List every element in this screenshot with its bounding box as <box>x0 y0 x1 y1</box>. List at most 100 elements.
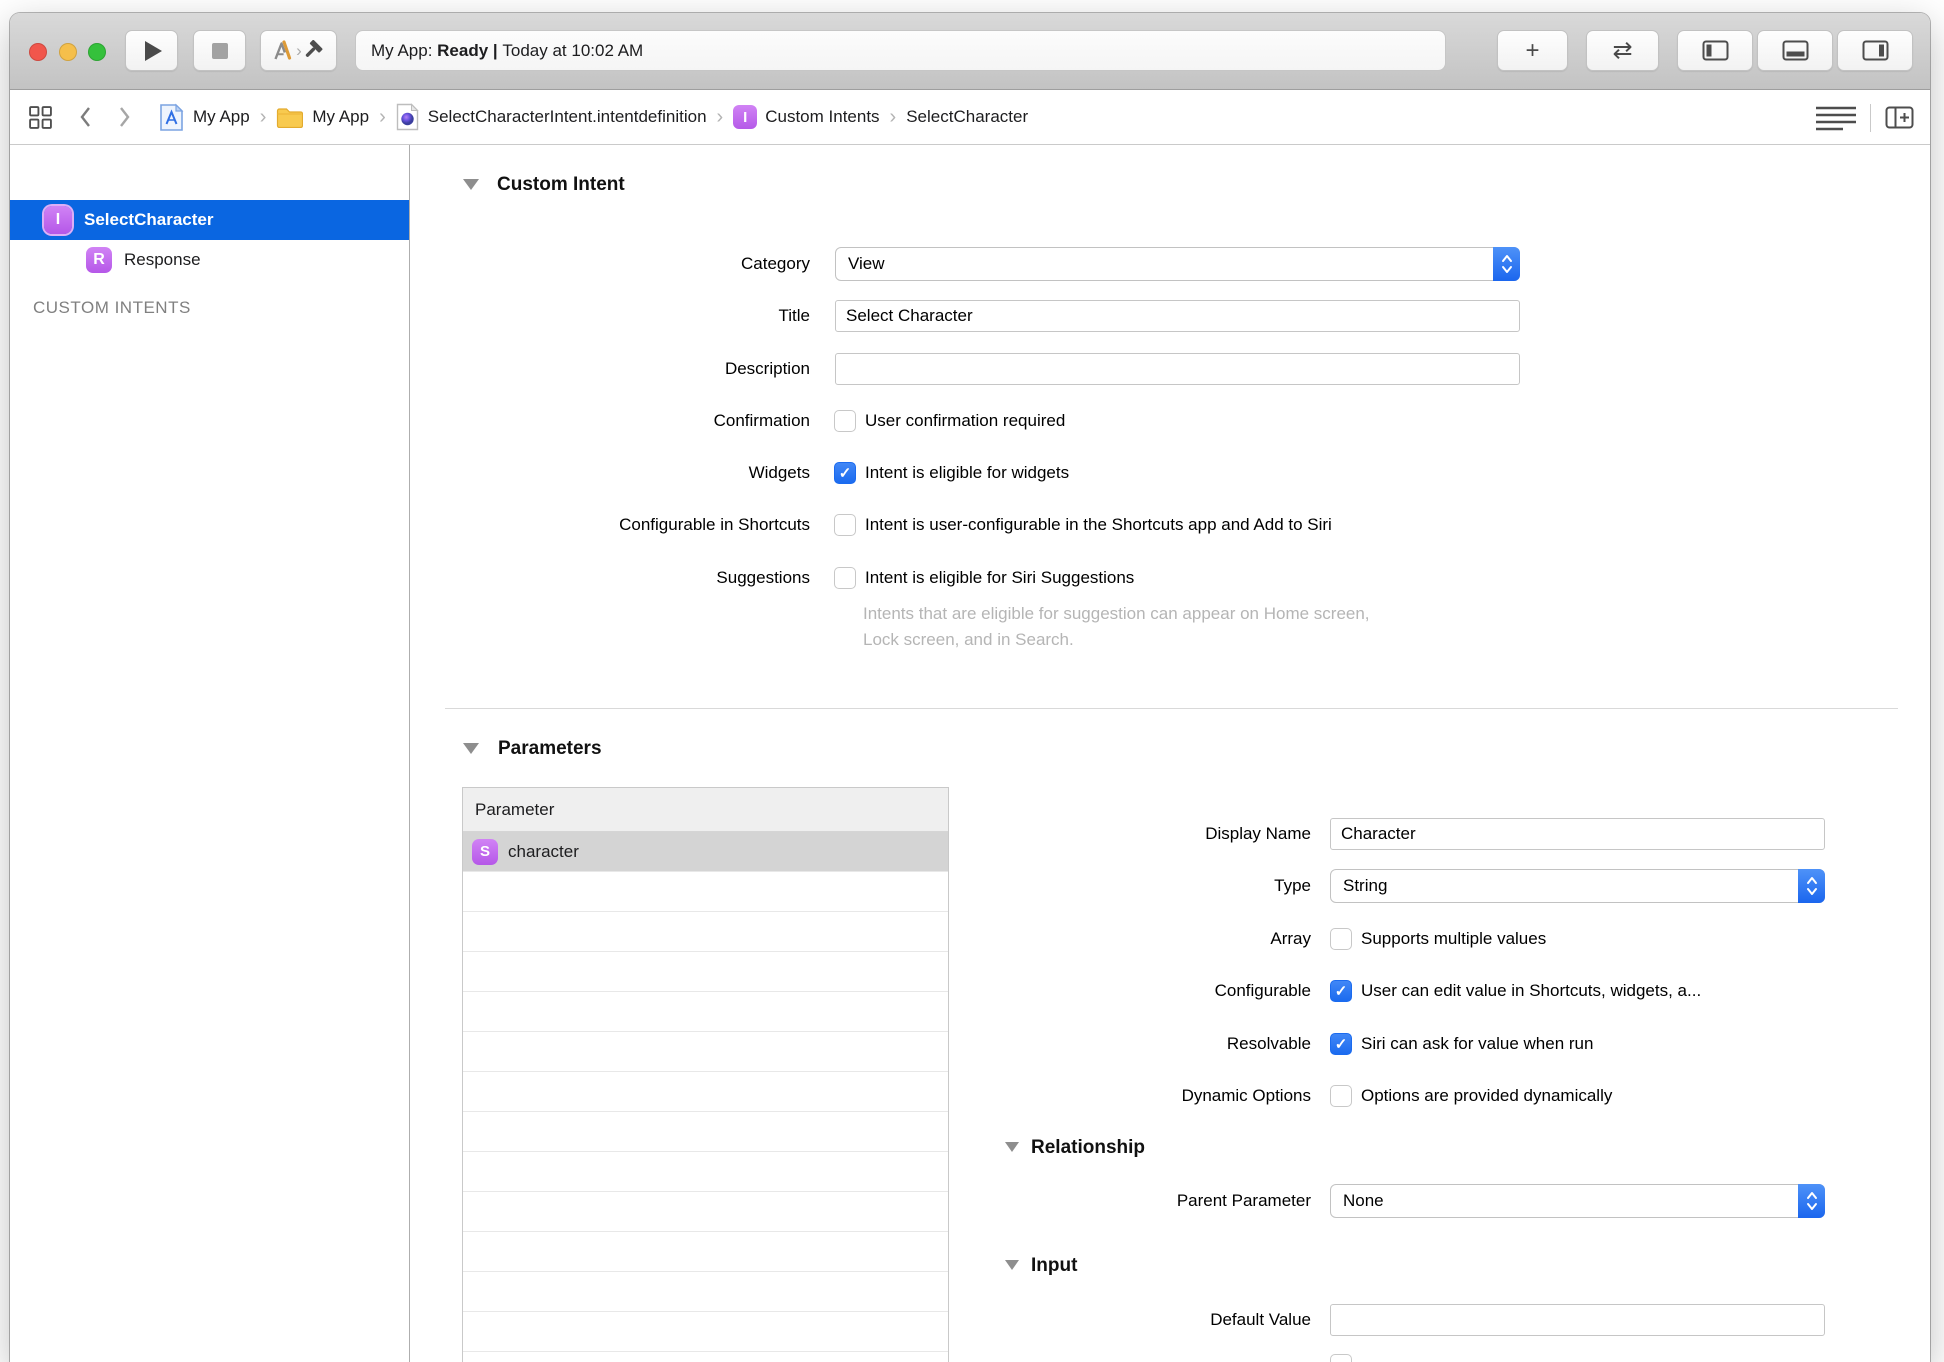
parameter-column-header[interactable]: Parameter <box>463 788 948 832</box>
table-row-empty[interactable] <box>463 912 948 952</box>
array-checkbox[interactable]: ✓ <box>1330 928 1352 950</box>
stop-button[interactable] <box>193 30 246 71</box>
table-row-empty[interactable] <box>463 992 948 1032</box>
sidebar-item-selectcharacter[interactable]: I SelectCharacter <box>10 200 409 240</box>
library-add-button[interactable]: + <box>1497 30 1568 71</box>
left-right-arrows-icon: ⇄ <box>1612 37 1633 64</box>
dynamic-options-label: Dynamic Options <box>1181 1086 1311 1105</box>
config-shortcuts-label: Configurable in Shortcuts <box>619 515 810 534</box>
dynamic-options-checkbox[interactable]: ✓ <box>1330 1085 1352 1107</box>
default-value-label: Default Value <box>1210 1310 1311 1329</box>
breadcrumb-project[interactable]: My App <box>193 107 250 127</box>
left-panel-icon <box>1702 40 1728 61</box>
confirmation-checkbox[interactable]: ✓ <box>834 410 856 432</box>
table-row-empty[interactable] <box>463 952 948 992</box>
breadcrumb-group[interactable]: Custom Intents <box>765 107 879 127</box>
checkmark-icon: ✓ <box>838 464 852 482</box>
section-title: Custom Intent <box>497 174 625 195</box>
disclosure-triangle[interactable] <box>1005 1260 1019 1270</box>
type-label: Type <box>1274 876 1311 895</box>
intents-navigator: CUSTOM INTENTS I SelectCharacter R Respo… <box>10 145 410 1362</box>
disclosure-triangle[interactable] <box>463 743 479 754</box>
resolvable-checkbox[interactable]: ✓ <box>1330 1033 1352 1055</box>
title-label: Title <box>778 306 811 325</box>
breadcrumb-folder[interactable]: My App <box>312 107 369 127</box>
table-row-empty[interactable] <box>463 1352 948 1362</box>
category-value: View <box>848 254 885 273</box>
table-row-character[interactable]: S character <box>463 832 948 872</box>
add-editor-button[interactable] <box>1885 106 1914 129</box>
checkmark-icon: ✓ <box>1334 982 1348 1000</box>
minimize-window-button[interactable] <box>59 43 77 61</box>
confirmation-label: Confirmation <box>713 411 810 430</box>
table-row-empty[interactable] <box>463 872 948 912</box>
xcode-tools-icon <box>274 39 292 60</box>
table-row-empty[interactable] <box>463 1152 948 1192</box>
back-chevron-icon[interactable] <box>79 106 92 128</box>
table-row-empty[interactable] <box>463 1032 948 1072</box>
table-row-empty[interactable] <box>463 1192 948 1232</box>
editor-options-icon[interactable] <box>1816 104 1856 132</box>
category-label: Category <box>741 254 810 273</box>
table-row-empty[interactable] <box>463 1112 948 1152</box>
disclosure-triangle[interactable] <box>463 179 479 190</box>
response-badge-icon: R <box>86 247 112 273</box>
stop-icon <box>211 42 228 59</box>
related-items-icon[interactable] <box>28 105 53 130</box>
type-popup[interactable]: String <box>1330 869 1825 903</box>
display-name-input[interactable] <box>1330 818 1825 850</box>
crumb-separator-icon: › <box>259 105 267 128</box>
popup-stepper-icon <box>1493 247 1520 281</box>
suggestions-note-line1: Intents that are eligible for suggestion… <box>863 604 1370 623</box>
window-toolbar: › My App: Ready | Today at 10:02 AM + ⇄ <box>10 13 1930 90</box>
scheme-selector-button[interactable]: › <box>260 30 337 71</box>
widgets-checkbox[interactable]: ✓ <box>834 462 856 484</box>
play-icon <box>145 40 162 61</box>
suggestions-label: Suggestions <box>716 568 810 587</box>
table-row-empty[interactable] <box>463 1232 948 1272</box>
config-shortcuts-checkbox[interactable]: ✓ <box>834 514 856 536</box>
suggestions-checkbox[interactable]: ✓ <box>834 567 856 589</box>
widgets-label: Widgets <box>748 463 810 482</box>
parent-parameter-popup[interactable]: None <box>1330 1184 1825 1218</box>
toggle-inspector-panel-button[interactable] <box>1837 30 1913 71</box>
table-row-empty[interactable] <box>463 1312 948 1352</box>
zoom-window-button[interactable] <box>88 43 106 61</box>
sidebar-item-response[interactable]: R Response <box>10 240 409 280</box>
intent-file-icon <box>396 103 419 131</box>
intent-editor: Custom Intent Category View Title Descri… <box>411 145 1930 1362</box>
plus-icon: + <box>1525 36 1540 64</box>
description-input[interactable] <box>835 353 1520 385</box>
close-window-button[interactable] <box>29 43 47 61</box>
table-row-empty[interactable] <box>463 1272 948 1312</box>
scheme-chevron-icon: › <box>296 40 302 60</box>
toggle-navigator-panel-button[interactable] <box>1677 30 1753 71</box>
checkmark-icon: ✓ <box>1334 1035 1348 1053</box>
title-input[interactable] <box>835 300 1520 332</box>
xcode-window: › My App: Ready | Today at 10:02 AM + ⇄ <box>10 13 1930 1362</box>
dynamic-options-text: Options are provided dynamically <box>1361 1086 1613 1105</box>
sidebar-item-label: SelectCharacter <box>84 210 214 229</box>
toggle-debug-panel-button[interactable] <box>1757 30 1833 71</box>
crumb-separator-icon: › <box>889 105 897 128</box>
config-shortcuts-text: Intent is user-configurable in the Short… <box>865 515 1332 534</box>
breadcrumb-item[interactable]: SelectCharacter <box>906 107 1028 127</box>
table-row-empty[interactable] <box>463 1072 948 1112</box>
widgets-text: Intent is eligible for widgets <box>865 463 1070 482</box>
resolvable-text: Siri can ask for value when run <box>1361 1034 1594 1053</box>
hammer-icon <box>305 40 323 57</box>
default-value-input[interactable] <box>1330 1304 1825 1336</box>
parameter-name: character <box>508 841 579 861</box>
code-review-arrows-button[interactable]: ⇄ <box>1586 30 1659 71</box>
intent-badge-icon: I <box>733 105 758 129</box>
configurable-checkbox[interactable]: ✓ <box>1330 980 1352 1002</box>
forward-chevron-icon[interactable] <box>118 106 131 128</box>
breadcrumb-file[interactable]: SelectCharacterIntent.intentdefinition <box>428 107 707 127</box>
category-popup[interactable]: View <box>835 247 1520 281</box>
clipped-checkbox[interactable]: ✓ <box>1330 1354 1352 1362</box>
run-button[interactable] <box>125 30 178 71</box>
configurable-label: Configurable <box>1214 981 1311 1000</box>
disclosure-triangle[interactable] <box>1005 1142 1019 1152</box>
sidebar-section-header: CUSTOM INTENTS <box>33 298 191 317</box>
suggestions-text: Intent is eligible for Siri Suggestions <box>865 568 1135 587</box>
